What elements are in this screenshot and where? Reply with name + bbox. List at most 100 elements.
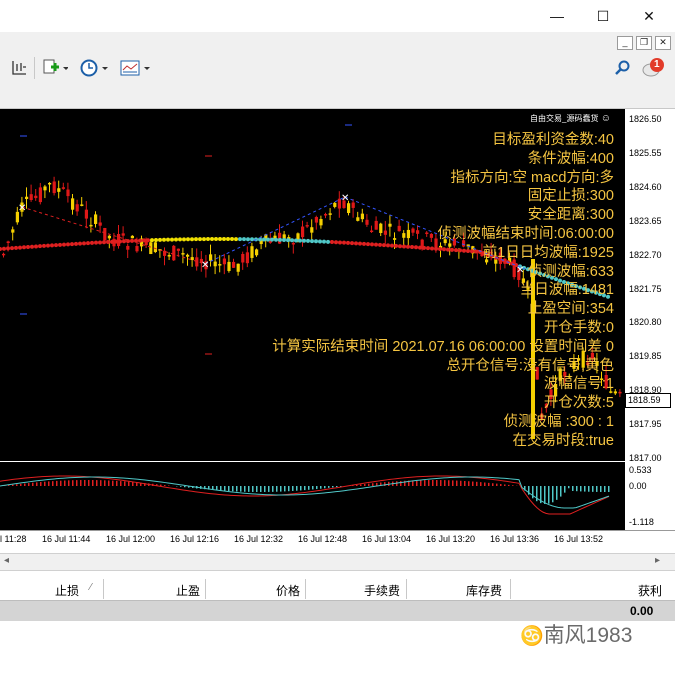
periods-button[interactable] [80,58,110,78]
candle-body [232,261,236,268]
notifications-button[interactable]: 1 [641,58,667,78]
moving-average-point [46,243,50,248]
candle-body [66,189,70,197]
mdi-restore-button[interactable]: ❐ [636,36,652,50]
macd-histogram-bar [428,480,430,486]
macd-histogram-bar [416,480,418,486]
terminal-balance-row[interactable] [0,601,675,621]
moving-average-point [398,244,402,249]
moving-average-point [30,244,34,249]
candle-body [310,227,314,233]
candle-body [130,235,134,239]
price-tick-label: 1817.95 [629,419,662,430]
macd-histogram-bar [12,484,14,486]
macd-histogram-bar [32,482,34,486]
macd-histogram-bar [304,486,306,491]
moving-average-point [154,238,158,243]
info-line: 止盈空间:354 [527,301,614,318]
moving-average-point [278,237,282,242]
signal-marker: ✕ [516,265,524,276]
macd-histogram-bar [328,486,330,488]
macd-histogram-bar [260,486,262,492]
candle-body [301,226,305,238]
time-tick-label: 16 Jul 13:04 [362,534,412,544]
indicators-button[interactable] [42,58,68,78]
moving-average-point [242,237,246,242]
mdi-minimize-button[interactable]: _ [617,36,633,50]
chart-scrollbar[interactable]: ◂ ▸ [0,553,675,571]
period-separator-button[interactable] [10,58,28,78]
moving-average-point [94,240,98,245]
column-divider [406,579,407,599]
macd-histogram-bar [252,486,254,492]
template-icon [120,60,150,76]
column-divider [205,579,206,599]
moving-average-point [394,243,398,248]
candle-body [255,249,259,256]
terminal-header [0,578,675,601]
macd-histogram-bar [568,486,570,489]
candle-body [34,195,38,199]
moving-average-point [194,237,198,242]
moving-average-point [6,246,10,251]
candle-body [314,217,318,223]
maximize-button[interactable]: ☐ [581,0,625,32]
macd-label-bottom: -1.118 [629,517,654,527]
moving-average-point [86,241,90,246]
moving-average-point [178,237,182,242]
clock-icon [80,59,108,77]
scroll-left-icon[interactable]: ◂ [4,555,9,566]
scroll-right-icon[interactable]: ▸ [655,555,660,566]
moving-average-point [306,238,310,243]
search-button[interactable] [614,58,632,78]
moving-average-point [298,238,302,243]
moving-average-point [226,237,230,242]
toolbar-separator [34,57,35,79]
moving-average-point [146,238,150,243]
moving-average-point [250,237,254,242]
templates-button[interactable] [120,58,152,78]
moving-average-point [0,247,2,251]
macd-histogram-bar [500,484,502,486]
candle-body [71,198,75,210]
candle-body [397,225,401,232]
column-header-profit[interactable]: 获利 [638,582,662,599]
column-header-swap[interactable]: 库存费 [466,582,502,599]
macd-histogram-bar [180,486,182,487]
macd-histogram-bar [232,486,234,492]
macd-histogram-bar [60,480,62,486]
moving-average-point [402,244,406,249]
moving-average-point [222,237,226,242]
moving-average-point [334,240,338,245]
macd-histogram-bar [80,480,82,486]
moving-average-point [170,237,174,242]
info-line: 前1日日均波幅:1925 [482,244,614,261]
macd-histogram-bar [164,485,166,486]
macd-histogram-bar [584,486,586,492]
price-tick-label: 1823.65 [629,215,662,226]
moving-average-point [102,240,106,245]
candle-body [121,233,125,236]
column-header-sl[interactable]: 止损 [55,582,79,599]
close-button[interactable]: ✕ [627,0,671,32]
candle-body [172,245,176,261]
macd-histogram-bar [288,486,290,492]
macd-subwindow[interactable] [0,462,625,530]
candle-body [613,391,617,394]
info-line: 侦测波幅结束时间:06:00:00 [437,226,614,242]
column-header-tp[interactable]: 止盈 [176,582,200,599]
candle-body [149,242,153,255]
macd-histogram-bar [364,484,366,486]
column-header-commission[interactable]: 手续费 [364,582,400,599]
column-header-price[interactable]: 价格 [276,582,300,599]
moving-average-point [14,245,18,250]
macd-histogram-bar [116,480,118,486]
mdi-close-button[interactable]: ✕ [655,36,671,50]
candle-body [393,238,397,240]
moving-average-point [206,237,210,242]
candle-body [89,224,93,227]
macd-histogram-bar [184,486,186,488]
price-tick-label: 1820.80 [629,317,662,328]
minimize-button[interactable]: — [535,0,579,32]
price-tick-label: 1822.70 [629,249,662,260]
